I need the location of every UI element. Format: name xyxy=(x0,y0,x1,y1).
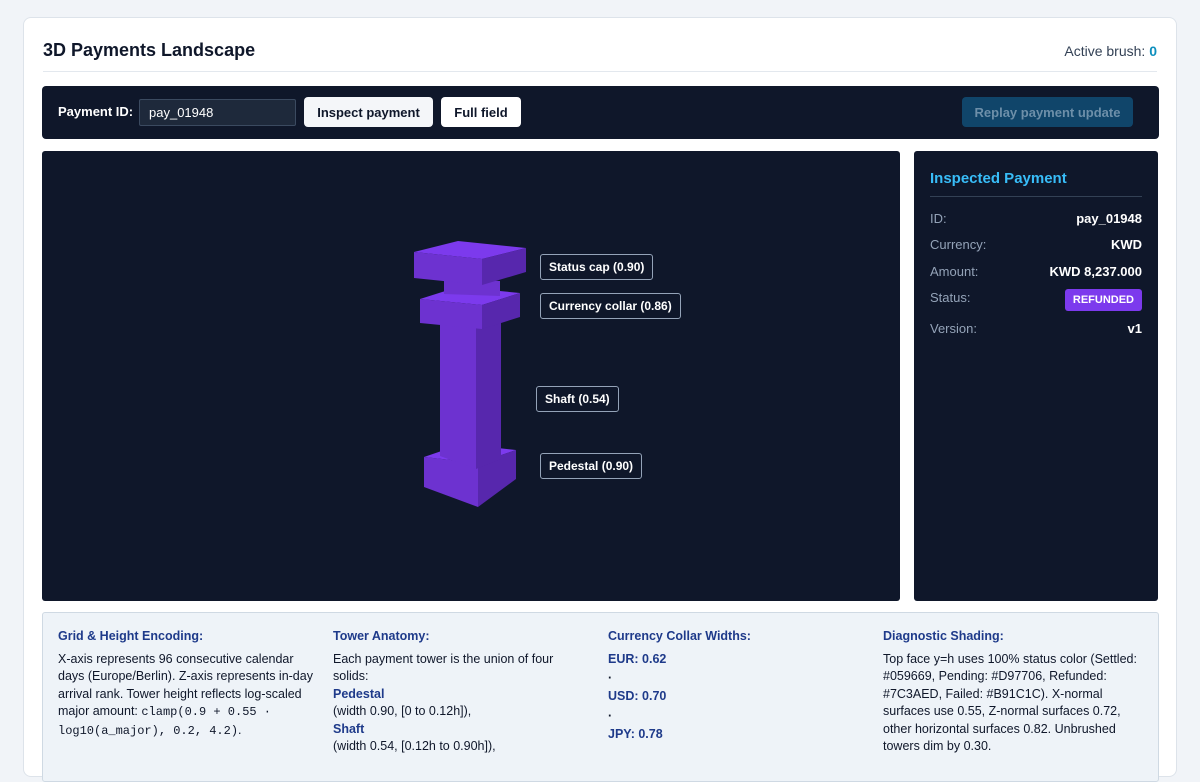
panel-row-id: ID: pay_01948 xyxy=(930,209,1142,229)
panel-row-version: Version: v1 xyxy=(930,319,1142,339)
full-field-button[interactable]: Full field xyxy=(441,97,521,127)
toolbar: Payment ID: Inspect payment Full field R… xyxy=(42,86,1159,139)
legend-collar-separator: · xyxy=(608,708,613,723)
row-key: ID: xyxy=(930,211,947,226)
legend-grid-suffix: . xyxy=(238,722,242,737)
shaft-left-face xyxy=(440,317,476,469)
app-window: 3D Payments Landscape Active brush: 0 Pa… xyxy=(23,17,1177,782)
callout-pedestal: Pedestal (0.90) xyxy=(540,453,643,479)
legend-shading-title: Diagnostic Shading: xyxy=(883,629,1004,643)
legend-shaft-desc: (width 0.54, [0.12h to 0.90h]), xyxy=(333,739,496,753)
payment-id-input[interactable] xyxy=(139,99,296,126)
page-title: 3D Payments Landscape xyxy=(43,40,256,60)
legend-collar-usd: USD: 0.70 xyxy=(608,689,667,703)
row-key: Status: xyxy=(930,290,971,305)
3d-viewport[interactable]: Status cap (0.90) Currency collar (0.86)… xyxy=(42,151,900,601)
replay-payment-update-button[interactable]: Replay payment update xyxy=(962,97,1133,127)
legend-pedestal-desc: (width 0.90, [0 to 0.12h]), xyxy=(333,704,472,718)
legend-collar-eur: EUR: 0.62 xyxy=(608,651,667,666)
legend-diagnostic-shading: Diagnostic Shading: Top face y=h uses 10… xyxy=(883,628,1145,756)
row-value: KWD xyxy=(1110,237,1142,252)
tower-render xyxy=(414,241,526,507)
inspect-payment-button[interactable]: Inspect payment xyxy=(304,97,433,127)
panel-row-amount: Amount: KWD 8,237.000 xyxy=(930,262,1142,282)
legend-panel: Grid & Height Encoding: X-axis represent… xyxy=(42,612,1159,782)
callout-currency-collar: Currency collar (0.86) xyxy=(540,293,681,319)
legend-grid-title: Grid & Height Encoding: xyxy=(58,629,204,643)
row-key: Version: xyxy=(930,321,977,336)
legend-collar-widths: Currency Collar Widths: EUR: 0.62 · USD:… xyxy=(608,628,863,743)
inspected-payment-panel: Inspected Payment ID: pay_01948 Currency… xyxy=(914,151,1158,601)
active-brush-label: Active brush: xyxy=(1064,43,1146,59)
status-badge: REFUNDED xyxy=(1064,289,1142,311)
legend-collar-title: Currency Collar Widths: xyxy=(608,629,751,643)
legend-collar-jpy: JPY: 0.78 xyxy=(608,726,663,741)
legend-pedestal-label: Pedestal xyxy=(333,686,385,701)
payment-id-label: Payment ID: xyxy=(58,104,134,119)
legend-shading-text: Top face y=h uses 100% status color (Set… xyxy=(883,651,1137,754)
panel-row-status: Status: REFUNDED xyxy=(930,289,1142,313)
row-value: v1 xyxy=(1127,321,1142,336)
shaft-right-face xyxy=(476,315,501,469)
legend-tower-anatomy: Tower Anatomy: Each payment tower is the… xyxy=(333,628,588,756)
legend-anatomy-text: Each payment tower is the union of four … xyxy=(333,651,554,684)
row-key: Amount: xyxy=(930,264,979,279)
row-value: KWD 8,237.000 xyxy=(1049,264,1143,279)
active-brush-indicator: Active brush: 0 xyxy=(1064,43,1157,59)
panel-row-currency: Currency: KWD xyxy=(930,235,1142,255)
legend-collar-separator: · xyxy=(608,671,613,685)
panel-title: Inspected Payment xyxy=(930,170,1142,197)
legend-anatomy-title: Tower Anatomy: xyxy=(333,629,430,643)
callout-shaft: Shaft (0.54) xyxy=(536,386,619,412)
row-value: pay_01948 xyxy=(1076,211,1142,226)
legend-shaft-label: Shaft xyxy=(333,721,365,736)
header: 3D Payments Landscape Active brush: 0 xyxy=(43,40,1157,72)
row-key: Currency: xyxy=(930,237,987,252)
legend-grid-height: Grid & Height Encoding: X-axis represent… xyxy=(58,628,313,740)
active-brush-value: 0 xyxy=(1149,43,1157,59)
callout-status-cap: Status cap (0.90) xyxy=(540,254,654,280)
